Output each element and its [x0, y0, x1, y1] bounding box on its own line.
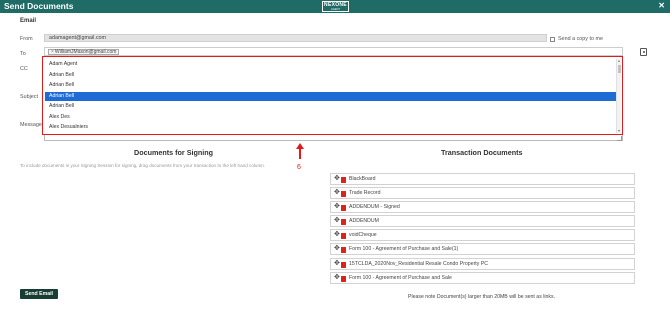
transaction-document-row[interactable]: ✥ Trade Record	[330, 187, 635, 199]
pdf-icon	[341, 177, 346, 183]
cc-contact-dropdown[interactable]: Adam Agent Adrian Bell Adrian Bell Adria…	[42, 56, 623, 135]
transaction-document-row[interactable]: ✥ 15TCLDA_2020Nov_Residential Resale Con…	[330, 258, 635, 270]
email-section-title: Email	[20, 18, 37, 24]
nexone-logo: NEXONE AGENT	[322, 1, 349, 12]
title-bar: Send Documents NEXONE AGENT ✕	[0, 0, 670, 13]
dialog-title: Send Documents	[4, 1, 74, 11]
signing-hint: To include documents in your Signing Ses…	[20, 163, 266, 168]
drag-handle-icon[interactable]: ✥	[334, 274, 340, 282]
pdf-icon	[341, 191, 346, 197]
pdf-icon	[341, 276, 346, 282]
dropdown-option-selected[interactable]: Adrian Bell	[45, 92, 616, 101]
transaction-document-row[interactable]: ✥ voidCheque	[330, 229, 635, 241]
drag-handle-icon[interactable]: ✥	[334, 260, 340, 268]
send-copy-checkbox[interactable]	[550, 37, 555, 42]
dropdown-option[interactable]: Adrian Bell	[45, 81, 616, 90]
pdf-icon	[341, 205, 346, 211]
pdf-icon	[341, 233, 346, 239]
dropdown-option[interactable]: Adam Agent	[45, 60, 616, 69]
drag-handle-icon[interactable]: ✥	[334, 189, 340, 197]
pdf-icon	[341, 247, 346, 253]
recipient-chip[interactable]: ×WilliamJMason@gmail.com	[48, 49, 120, 55]
close-icon[interactable]: ✕	[658, 1, 665, 10]
from-label: From	[20, 36, 33, 42]
drag-handle-icon[interactable]: ✥	[334, 231, 340, 239]
transaction-document-row[interactable]: ✥ Form 100 - Agreement of Purchase and S…	[330, 272, 635, 284]
dropdown-option[interactable]: Alex Des	[45, 113, 616, 122]
address-book-icon[interactable]	[640, 48, 647, 56]
to-label: To	[20, 51, 26, 57]
annotation-number: 6	[297, 164, 301, 171]
transaction-document-row[interactable]: ✥ BlackBoard	[330, 173, 635, 185]
dropdown-option[interactable]: Adrian Bell	[45, 102, 616, 111]
cc-label: CC	[20, 66, 28, 72]
drag-handle-icon[interactable]: ✥	[334, 245, 340, 253]
to-field[interactable]: ×WilliamJMason@gmail.com	[44, 47, 623, 56]
dropdown-option[interactable]: Alex Desualniers	[45, 123, 616, 132]
scroll-down-icon[interactable]	[618, 130, 620, 132]
size-note: Please note Document(s) larger than 20MB…	[408, 294, 556, 300]
dropdown-option[interactable]: Adrian Bell	[45, 71, 616, 80]
documents-for-signing-title: Documents for Signing	[134, 148, 214, 157]
scroll-thumb[interactable]	[617, 65, 621, 73]
message-label: Message	[20, 122, 42, 128]
from-field: adamagent@gmail.com	[44, 34, 547, 42]
scroll-up-icon[interactable]	[618, 60, 620, 62]
dropdown-scrollbar[interactable]	[616, 59, 621, 133]
drag-handle-icon[interactable]: ✥	[334, 217, 340, 225]
send-email-button[interactable]: Send Email	[20, 289, 58, 299]
transaction-document-row[interactable]: ✥ ADDENDUM - Signed	[330, 201, 635, 213]
drag-handle-icon[interactable]: ✥	[334, 203, 340, 211]
subject-label: Subject	[20, 94, 38, 100]
resize-handle[interactable]	[617, 136, 622, 141]
annotation-arrow	[299, 145, 301, 159]
transaction-document-row[interactable]: ✥ Form 100 - Agreement of Purchase and S…	[330, 243, 635, 255]
send-copy-label: Send a copy to me	[558, 36, 603, 42]
pdf-icon	[341, 219, 346, 225]
pdf-icon	[341, 262, 346, 268]
drag-handle-icon[interactable]: ✥	[334, 175, 340, 183]
remove-recipient-icon[interactable]: ×	[51, 49, 54, 55]
transaction-document-row[interactable]: ✥ ADDENDUM	[330, 215, 635, 227]
transaction-documents-title: Transaction Documents	[441, 148, 523, 157]
